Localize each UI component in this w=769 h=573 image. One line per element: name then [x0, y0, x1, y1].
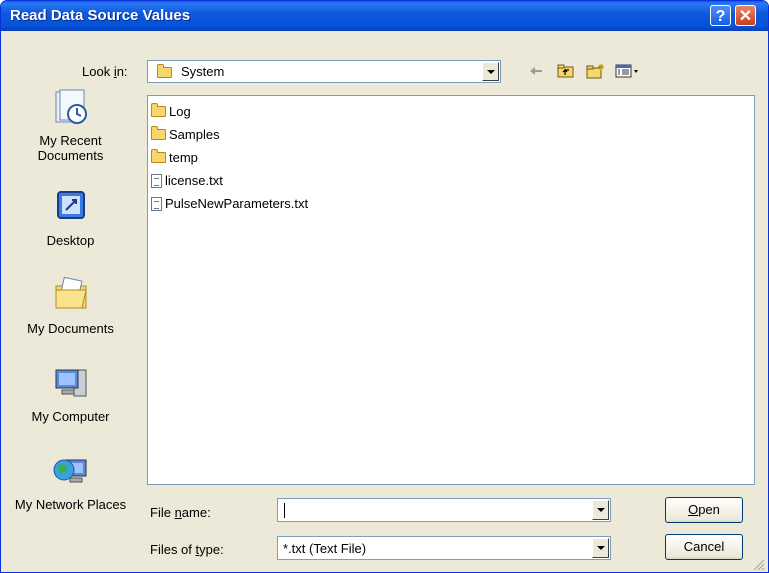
folder-icon	[151, 103, 166, 118]
places-bar: My Recent Documents Desktop My Documents	[5, 88, 136, 558]
new-folder-icon[interactable]	[586, 63, 606, 79]
item-name: Samples	[169, 127, 220, 142]
window-title: Read Data Source Values	[10, 7, 191, 24]
file-name-field[interactable]	[277, 498, 611, 522]
my-computer-icon	[55, 369, 86, 397]
item-name: PulseNewParameters.txt	[165, 196, 309, 211]
files-of-type-label: Files of type:	[150, 542, 224, 557]
title-bar[interactable]: Read Data Source Values ? ✕	[1, 1, 768, 31]
folder-icon	[151, 126, 166, 141]
folder-icon	[157, 64, 172, 78]
place-label: My Documents	[27, 321, 114, 336]
place-label: My Network Places	[14, 497, 127, 512]
chevron-down-icon[interactable]	[592, 538, 609, 558]
views-menu-icon[interactable]	[615, 63, 641, 79]
place-my-computer[interactable]: My Computer	[5, 364, 136, 424]
item-name: Log	[169, 104, 191, 119]
list-item[interactable]: PulseNewParameters.txt	[151, 194, 308, 214]
open-button[interactable]: Open	[665, 497, 743, 523]
up-folder-icon[interactable]	[557, 63, 575, 79]
place-label: My Recent Documents	[37, 133, 104, 163]
list-item[interactable]: Log	[151, 102, 191, 122]
text-caret	[284, 503, 285, 518]
list-item[interactable]: license.txt	[151, 171, 223, 191]
cancel-button[interactable]: Cancel	[665, 534, 743, 560]
close-icon[interactable]: ✕	[735, 5, 756, 26]
files-of-type-select[interactable]: *.txt (Text File)	[277, 536, 611, 560]
dialog-window: Read Data Source Values ? ✕ Look in: Sys…	[0, 0, 769, 573]
file-name-label: File name:	[150, 505, 211, 520]
folder-icon	[151, 149, 166, 164]
files-of-type-value: *.txt (Text File)	[283, 541, 367, 556]
list-item[interactable]: temp	[151, 148, 198, 168]
item-name: license.txt	[165, 173, 223, 188]
look-in-combo[interactable]: System	[147, 60, 501, 83]
network-places-icon	[53, 459, 86, 483]
desktop-icon	[56, 191, 85, 219]
chevron-down-icon[interactable]	[482, 62, 499, 81]
place-network-places[interactable]: My Network Places	[5, 452, 136, 512]
look-in-value: System	[181, 64, 225, 79]
recent-documents-icon	[55, 89, 87, 124]
back-arrow-icon[interactable]	[529, 63, 543, 79]
text-file-icon	[151, 196, 162, 211]
place-recent-documents[interactable]: My Recent Documents	[5, 88, 136, 163]
place-label: My Computer	[31, 409, 110, 424]
look-in-label: Look in:	[82, 64, 128, 79]
chevron-down-icon[interactable]	[592, 500, 609, 520]
resize-grip-icon[interactable]	[751, 557, 765, 571]
my-documents-icon	[55, 276, 87, 309]
place-my-documents[interactable]: My Documents	[5, 276, 136, 336]
file-list[interactable]: Log Samples temp license.txt PulseNewPar…	[147, 95, 755, 485]
list-item[interactable]: Samples	[151, 125, 220, 145]
text-file-icon	[151, 173, 162, 188]
place-desktop[interactable]: Desktop	[5, 188, 136, 248]
help-icon[interactable]: ?	[710, 5, 731, 26]
place-label: Desktop	[46, 233, 95, 248]
item-name: temp	[169, 150, 198, 165]
